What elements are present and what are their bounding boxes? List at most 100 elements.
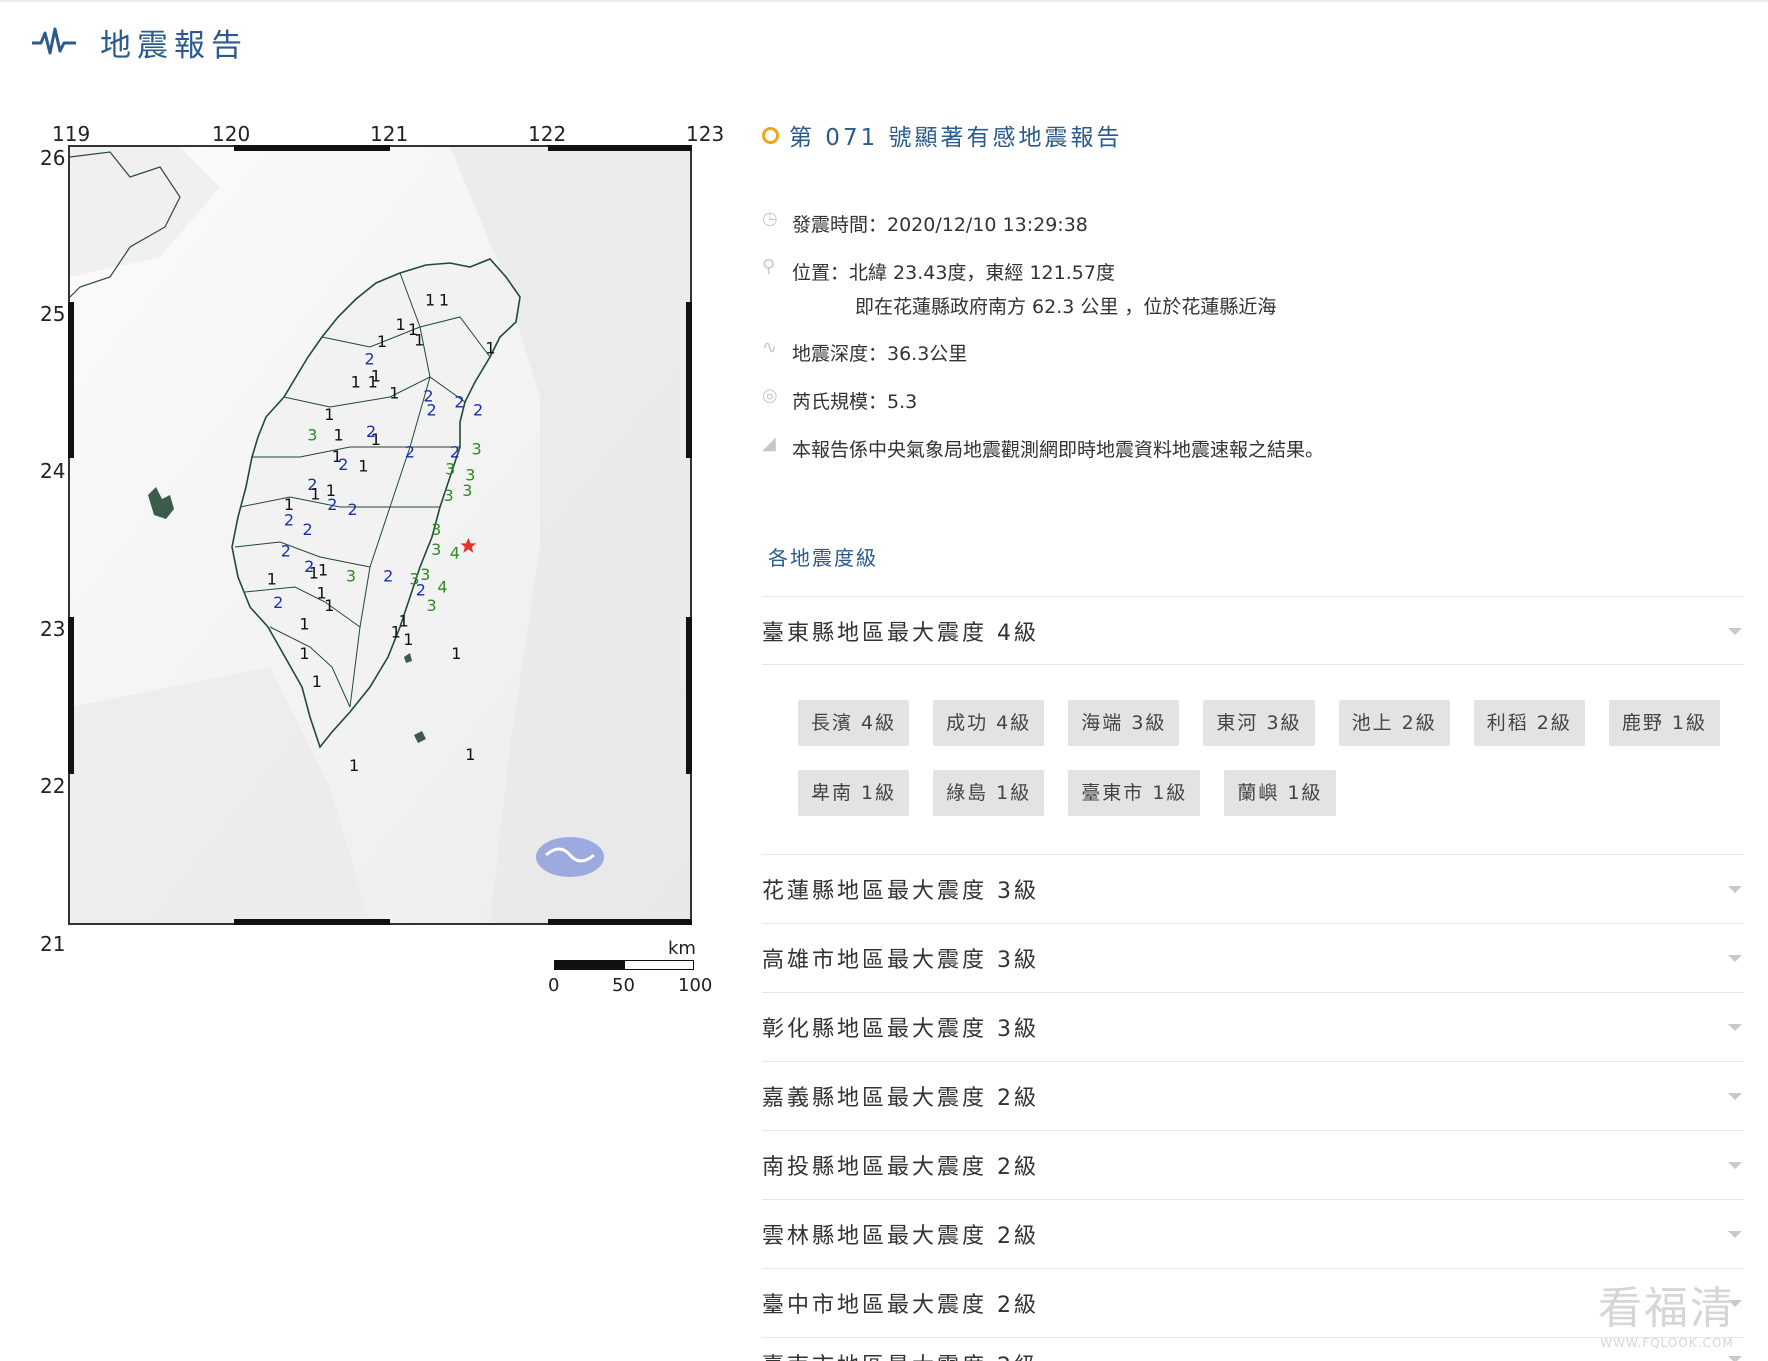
frame-tick <box>68 302 74 458</box>
intensity-mark: 1 <box>299 615 309 634</box>
intensity-mark: 1 <box>377 332 387 351</box>
lon-label: 121 <box>370 122 409 146</box>
region-label: 臺中市地區最大震度 2級 <box>762 1293 1039 1318</box>
frame-tick <box>548 145 692 151</box>
intensity-mark: 1 <box>451 644 461 663</box>
intensity-mark: 1 <box>334 425 344 444</box>
intensity-mark: 1 <box>318 560 328 579</box>
intensity-section-heading: 各地震度級 <box>768 546 878 570</box>
region-label: 嘉義縣地區最大震度 2級 <box>762 1086 1039 1111</box>
region-row-chiayi[interactable]: 嘉義縣地區最大震度 2級 <box>762 1061 1744 1130</box>
location-text: 位置：北緯 23.43度，東經 121.57度 <box>792 262 1115 284</box>
waveform-icon: ∿ <box>762 337 778 358</box>
intensity-mark: 1 <box>396 315 406 334</box>
intensity-mark: 3 <box>307 425 317 444</box>
watermark-url: WWW.FQLOOK.COM <box>1600 1336 1734 1350</box>
frame-tick <box>548 919 692 925</box>
region-row-kaohsiung[interactable]: 高雄市地區最大震度 3級 <box>762 923 1744 992</box>
intensity-mark: 2 <box>454 393 464 412</box>
page-header: 地震報告 <box>32 20 248 64</box>
intensity-mark: 3 <box>462 481 472 500</box>
intensity-mark: 1 <box>324 405 334 424</box>
report-title: 第 071 號顯著有感地震報告 <box>762 118 1123 152</box>
lat-label: 24 <box>40 459 66 483</box>
intensity-mark: 3 <box>472 439 482 458</box>
note-text: 本報告係中央氣象局地震觀測網即時地震資料地震速報之結果。 <box>792 439 1325 461</box>
station-chip: 海端 3級 <box>1068 700 1180 746</box>
intensity-mark: 3 <box>444 486 454 505</box>
lat-label: 21 <box>40 932 66 956</box>
info-location: ⚲ 位置：北緯 23.43度，東經 121.57度 即在花蓮縣政府南方 62.3… <box>762 256 1562 324</box>
clock-icon: ◷ <box>762 208 778 229</box>
lon-label: 120 <box>212 122 251 146</box>
info-time: ◷ 發震時間：2020/12/10 13:29:38 <box>762 208 1562 242</box>
info-note: ◢ 本報告係中央氣象局地震觀測網即時地震資料地震速報之結果。 <box>762 433 1562 467</box>
chevron-down-icon <box>1728 954 1742 962</box>
chevron-down-icon <box>1728 1023 1742 1031</box>
frame-tick <box>68 617 74 774</box>
intensity-mark: 3 <box>431 540 441 559</box>
intensity-mark: 2 <box>427 401 437 420</box>
lon-label: 123 <box>686 122 725 146</box>
intensity-mark: 2 <box>473 401 483 420</box>
station-chip: 長濱 4級 <box>798 700 910 746</box>
lon-label: 119 <box>52 122 91 146</box>
watermark: 看福清 WWW.FQLOOK.COM <box>1598 1272 1736 1350</box>
top-border <box>0 0 1768 2</box>
station-chip: 東河 3級 <box>1203 700 1315 746</box>
intensity-mark: 4 <box>450 543 460 562</box>
intensity-mark: 1 <box>391 622 401 641</box>
station-chip: 鹿野 1級 <box>1608 700 1720 746</box>
intensity-mark: 2 <box>273 593 283 612</box>
station-chip: 利稻 2級 <box>1473 700 1585 746</box>
depth-text: 地震深度：36.3公里 <box>792 343 968 365</box>
location-pin-icon: ⚲ <box>762 256 776 277</box>
chevron-down-icon <box>1728 1230 1742 1238</box>
magnitude-icon: ◎ <box>762 385 778 406</box>
region-label: 雲林縣地區最大震度 2級 <box>762 1224 1039 1249</box>
info-depth: ∿ 地震深度：36.3公里 <box>762 337 1562 371</box>
region-row-tainan[interactable]: 臺南市地區最大震度 2級 <box>762 1337 1744 1361</box>
intensity-mark: 1 <box>485 338 495 357</box>
region-row-nantou[interactable]: 南投縣地區最大震度 2級 <box>762 1130 1744 1199</box>
intensity-mark: 2 <box>284 511 294 530</box>
region-label: 臺東縣地區最大震度 4級 <box>762 621 1039 646</box>
intensity-mark: 2 <box>338 455 348 474</box>
intensity-mark: 1 <box>371 430 381 449</box>
station-chip: 池上 2級 <box>1338 700 1450 746</box>
intensity-mark: 1 <box>358 456 368 475</box>
station-list: 長濱 4級 成功 4級 海端 3級 東河 3級 池上 2級 利稻 2級 鹿野 1… <box>798 700 1728 816</box>
scale-bar-dark <box>554 960 624 970</box>
info-magnitude: ◎ 芮氏規模：5.3 <box>762 385 1562 419</box>
region-row-hualien[interactable]: 花蓮縣地區最大震度 3級 <box>762 854 1744 923</box>
map-frame: 1111111211112222131212231213321113322223… <box>68 145 692 925</box>
intensity-mark: 1 <box>312 672 322 691</box>
intensity-mark: 1 <box>414 331 424 350</box>
intensity-mark: 1 <box>389 383 399 402</box>
region-row-yunlin[interactable]: 雲林縣地區最大震度 2級 <box>762 1199 1744 1268</box>
station-chip: 綠島 1級 <box>933 770 1045 816</box>
station-chip: 臺東市 1級 <box>1068 770 1201 816</box>
intensity-mark: 2 <box>383 567 393 586</box>
intensity-mark: 1 <box>267 570 277 589</box>
report-title-text: 第 071 號顯著有感地震報告 <box>789 125 1123 151</box>
intensity-mark: 3 <box>427 596 437 615</box>
lat-label: 22 <box>40 774 66 798</box>
scale-label: 50 <box>612 975 635 996</box>
chevron-down-icon <box>1728 1356 1742 1361</box>
intensity-mark: 2 <box>405 442 415 461</box>
station-chip: 蘭嶼 1級 <box>1224 770 1336 816</box>
chevron-down-icon <box>1728 1092 1742 1100</box>
frame-tick <box>234 145 390 151</box>
lat-label: 23 <box>40 617 66 641</box>
chevron-down-icon <box>1728 885 1742 893</box>
region-row-changhua[interactable]: 彰化縣地區最大震度 3級 <box>762 992 1744 1061</box>
intensity-mark: 2 <box>327 495 337 514</box>
watermark-text: 看福清 <box>1598 1283 1736 1334</box>
region-row-taitung[interactable]: 臺東縣地區最大震度 4級 <box>762 596 1744 665</box>
region-label: 花蓮縣地區最大震度 3級 <box>762 879 1039 904</box>
region-label: 彰化縣地區最大震度 3級 <box>762 1017 1039 1042</box>
region-row-taichung[interactable]: 臺中市地區最大震度 2級 <box>762 1268 1744 1337</box>
intensity-mark: 1 <box>371 366 381 385</box>
intensity-mark: 1 <box>299 644 309 663</box>
